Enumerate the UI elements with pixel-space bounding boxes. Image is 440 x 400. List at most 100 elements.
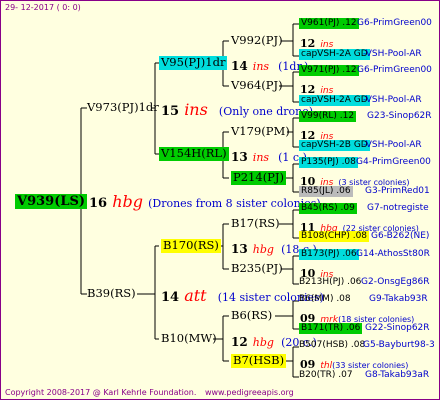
copyright-text: Copyright 2008-2017 @ Karl Kehrle Founda… xyxy=(5,388,197,397)
v973-code: ins xyxy=(184,100,208,119)
pedigree-chart: 29- 12-2017 ( 0: 0) V939(LS) 16 hbg (Dro… xyxy=(0,0,440,400)
ancestor-b45[interactable]: B45(RS) .09 xyxy=(299,203,357,214)
ancestor-b213h-group: G2 xyxy=(361,277,374,287)
node-b10[interactable]: B10(MW) xyxy=(161,332,217,345)
ancestor-p135[interactable]: P135(PJ) .08 xyxy=(299,157,358,168)
ancestor-b507-group: G5 xyxy=(363,340,376,350)
ancestor-v961-line: G6-PrimGreen00 xyxy=(357,19,432,28)
ancestor-v961[interactable]: V961(PJ) .12 xyxy=(299,18,359,29)
ancestor-b108-origin: -B262(NE) xyxy=(383,231,430,241)
node-b7[interactable]: B7(HSB) xyxy=(231,354,287,368)
b10-generation: 12 xyxy=(231,335,248,349)
root-info: 16 hbg (Drones from 8 sister colonies) xyxy=(89,192,321,211)
ancestor-row-5: 12 ins xyxy=(300,80,333,96)
ancestor-b45-origin: -notregiste xyxy=(379,203,429,213)
b10-code: hbg xyxy=(252,336,274,349)
ancestor-p135-origin: -PrimGreen00 xyxy=(368,157,431,167)
node-v154h[interactable]: V154H(RL) xyxy=(159,147,229,161)
ancestor-b507-line: G5-Bayburt98-3 xyxy=(363,341,435,350)
ancestor-v961-origin: -PrimGreen00 xyxy=(369,18,432,28)
ancestor-b108[interactable]: B108(CHP) .08 xyxy=(299,231,370,242)
ancestor-v961-group: G6 xyxy=(357,18,370,28)
ancestor-v99-group: G23 xyxy=(367,111,386,121)
ancestor-v99-origin: -Sinop62R xyxy=(385,111,432,121)
ancestor-b173[interactable]: B173(PJ) .06 xyxy=(299,249,359,260)
ancestor-v971[interactable]: V971(PJ) .12 xyxy=(299,65,359,76)
ancestor-row-23: 09 thl(33 sister colonies) xyxy=(300,355,408,371)
footer: Copyright 2008-2017 @ Karl Kehrle Founda… xyxy=(5,389,294,397)
v154h-generation: 13 xyxy=(231,150,248,164)
ancestor-b171-line: G22-Sinop62R xyxy=(365,324,430,333)
ancestor-v971-origin: -PrimGreen00 xyxy=(369,65,432,75)
v154h-info: 13 ins (1 c.) xyxy=(231,148,307,164)
ancestor-r85-line: G3-PrimRed01 xyxy=(365,187,430,196)
ancestor-v971-group: G6 xyxy=(357,65,370,75)
ancestor-row-2: 12 ins xyxy=(300,34,333,50)
ancestor-b507-origin: -Bayburt98-3 xyxy=(375,340,435,350)
ancestor-r85-origin: -PrimRed01 xyxy=(377,186,430,196)
ancestor-v99[interactable]: V99(RL) .12 xyxy=(299,111,357,122)
ancestor-b171[interactable]: B171(TR) .06 xyxy=(299,323,363,334)
ancestor-capvsh-2a-1-origin: -VSH-Pool-AR xyxy=(363,49,422,59)
ancestor-capvsh-2a-2-origin: -VSH-Pool-AR xyxy=(363,95,422,105)
v95-generation: 14 xyxy=(231,59,248,73)
ancestor-v99-line: G23-Sinop62R xyxy=(367,112,432,121)
node-v964[interactable]: V964(PJ) xyxy=(231,79,283,92)
ancestor-b173-line: G14-AthosSt80R xyxy=(356,250,430,259)
ancestor-b108-group: G6 xyxy=(371,231,384,241)
b39-code: att xyxy=(184,286,207,305)
generation-date: 29- 12-2017 ( 0: 0) xyxy=(5,3,81,12)
ancestor-b173-origin: -AthosSt80R xyxy=(374,249,430,259)
ancestor-r85[interactable]: R85(JL) .06 xyxy=(299,186,353,197)
root-code: hbg xyxy=(112,192,143,211)
v973-generation: 15 xyxy=(161,104,180,119)
ancestor-b6mm-group: G9 xyxy=(369,294,382,304)
node-b39[interactable]: B39(RS) xyxy=(87,287,136,300)
ancestor-b108-line: G6-B262(NE) xyxy=(371,232,429,241)
root-queen-label[interactable]: V939(LS) xyxy=(15,194,88,209)
b39-generation: 14 xyxy=(161,290,180,305)
ancestor-b6mm-origin: -Takab93R xyxy=(381,294,428,304)
ancestor-b171-origin: -Sinop62R xyxy=(383,323,430,333)
v973-info: 15 ins (Only one drone) xyxy=(161,100,313,119)
ancestor-b213h-line: G2-OnsgEg86R xyxy=(361,278,430,287)
b170-code: hbg xyxy=(252,243,274,256)
ancestor-b45-group: G7 xyxy=(367,203,380,213)
ancestor-b20-group: G8 xyxy=(365,370,378,380)
ancestor-r85-group: G3 xyxy=(365,186,378,196)
ancestor-b173-group: G14 xyxy=(356,249,375,259)
ancestor-b6mm-line: G9-Takab93R xyxy=(369,295,428,304)
node-b235[interactable]: B235(PJ) xyxy=(231,262,283,275)
root-note: (Drones from 8 sister colonies) xyxy=(148,197,321,210)
ancestor-b213h[interactable]: B213H(PJ) .06 xyxy=(299,278,361,287)
ancestor-b45-line: G7-notregiste xyxy=(367,204,429,213)
node-b6rs[interactable]: B6(RS) xyxy=(231,309,272,322)
v154h-code: ins xyxy=(252,151,270,164)
node-v973[interactable]: V973(PJ)1dr xyxy=(87,101,159,114)
node-v95[interactable]: V95(PJ)1dr xyxy=(159,56,228,70)
ancestor-capvsh-2a-1[interactable]: capVSH-2A GD xyxy=(299,49,370,60)
ancestor-b20-line: G8-Takab93aR xyxy=(365,371,429,380)
ancestor-b20[interactable]: B20(TR) .07 xyxy=(299,371,353,380)
node-b17[interactable]: B17(RS) xyxy=(231,217,280,230)
ancestor-b213h-origin: -OnsgEg86R xyxy=(373,277,430,287)
ancestor-b20-origin: -Takab93aR xyxy=(377,370,430,380)
root-generation: 16 xyxy=(89,196,108,211)
node-v992[interactable]: V992(PJ) xyxy=(231,34,283,47)
ancestor-b6mm[interactable]: B6(MM) .08 xyxy=(299,295,351,304)
row23-note: (33 sister colonies) xyxy=(332,361,409,370)
ancestor-b507[interactable]: B507(HSB) .08 xyxy=(299,341,365,350)
ancestor-capvsh-2b[interactable]: capVSH-2B GD xyxy=(299,140,370,151)
v95-info: 14 ins (1dr.) xyxy=(231,57,308,73)
ancestor-p135-line: G4-PrimGreen00 xyxy=(356,158,431,167)
node-b170[interactable]: B170(RS) xyxy=(161,239,221,253)
ancestor-capvsh-2a-2[interactable]: capVSH-2A GD xyxy=(299,95,370,106)
ancestor-p135-group: G4 xyxy=(356,157,369,167)
b170-generation: 13 xyxy=(231,242,248,256)
ancestor-v971-line: G6-PrimGreen00 xyxy=(357,66,432,75)
node-p214[interactable]: P214(PJ) xyxy=(231,171,287,185)
node-v179[interactable]: V179(PM) xyxy=(231,125,290,138)
v95-code: ins xyxy=(252,60,270,73)
website-link[interactable]: www.pedigreeapis.org xyxy=(205,388,294,397)
ancestor-b171-group: G22 xyxy=(365,323,384,333)
